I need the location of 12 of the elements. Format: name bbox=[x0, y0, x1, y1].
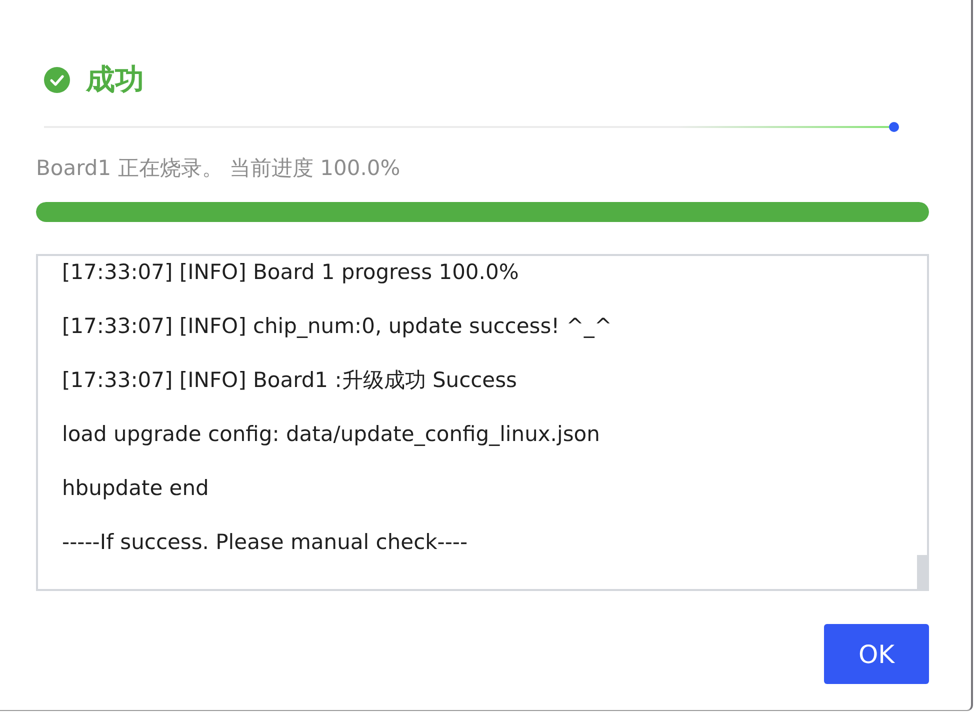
log-line: hbupdate end bbox=[62, 475, 210, 502]
check-circle-icon bbox=[44, 67, 70, 93]
scrollbar-thumb[interactable] bbox=[917, 555, 927, 589]
dialog-title: 成功 bbox=[86, 61, 144, 98]
log-line: [17:33:07] [INFO] Board1 :升级成功 Success bbox=[62, 367, 518, 394]
slider-thumb[interactable] bbox=[889, 122, 899, 132]
ok-button[interactable]: OK bbox=[824, 624, 929, 684]
log-line: load upgrade config: data/update_config_linux.json bbox=[62, 421, 601, 448]
progress-text: Board1 正在烧录。 当前进度 100.0% bbox=[36, 155, 402, 182]
log-line: [17:33:07] [INFO] chip_num:0, update success! ^_^ bbox=[62, 313, 613, 340]
log-line: -----If success. Please manual check---- bbox=[62, 529, 469, 556]
log-line: [17:33:07] [INFO] Board 1 progress 100.0% bbox=[62, 259, 520, 286]
